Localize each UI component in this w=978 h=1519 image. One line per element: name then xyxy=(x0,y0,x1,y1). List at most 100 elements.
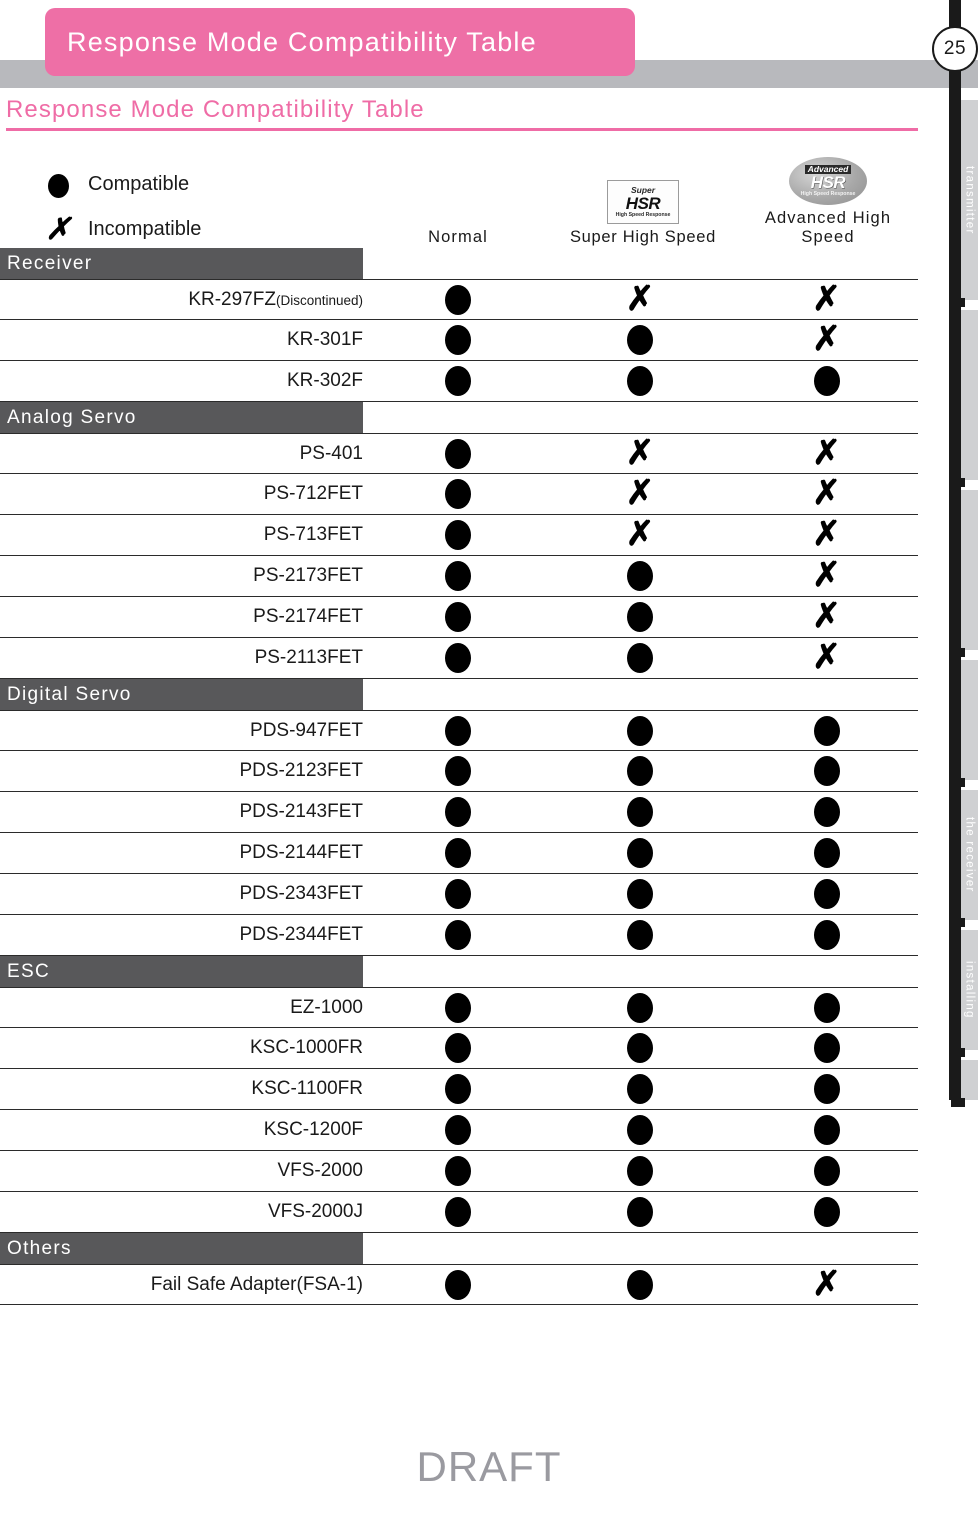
filled-circle-icon xyxy=(444,438,471,469)
filled-circle-icon xyxy=(627,756,653,786)
compatibility-cell-super xyxy=(545,833,735,874)
compatibility-table: Receiver KR-297FZ(Discontinued) ✗ ✗ KR-301F ✗… xyxy=(0,248,918,1305)
compatibility-cell-normal xyxy=(370,833,545,874)
compatibility-cell-normal xyxy=(370,874,545,915)
product-name-cell: KSC-1100FR xyxy=(0,1078,370,1100)
filled-circle-icon xyxy=(627,992,653,1023)
compatibility-cell-normal xyxy=(370,915,545,956)
sidebar-tab-blank-2[interactable] xyxy=(961,490,978,650)
compatibility-cell-normal xyxy=(370,279,545,320)
compatibility-cell-normal xyxy=(370,638,545,679)
filled-circle-icon xyxy=(813,1033,840,1063)
sidebar-tab-notch xyxy=(951,1098,965,1107)
filled-circle-icon xyxy=(813,715,840,746)
product-name-cell: Fail Safe Adapter(FSA-1) xyxy=(0,1274,370,1296)
table-row: KR-297FZ(Discontinued) ✗ ✗ xyxy=(0,279,918,320)
filled-circle-icon xyxy=(627,366,653,396)
header-title-tab: Response Mode Compatibility Table xyxy=(45,8,635,76)
section-header-bar-receiver: Receiver xyxy=(0,248,363,279)
product-name-cell: KR-297FZ(Discontinued) xyxy=(0,289,370,311)
compatibility-cell-super: ✗ xyxy=(545,515,735,556)
compatibility-cell-advanced xyxy=(735,361,918,402)
legend-item-incompatible: ✗ Incompatible xyxy=(38,207,368,252)
sidebar-tab-notch xyxy=(951,778,965,787)
title-underline-rule xyxy=(6,128,918,131)
advanced-hsr-logo-mid: HSR xyxy=(810,172,846,192)
filled-circle-icon xyxy=(813,1156,840,1186)
compatibility-cell-super xyxy=(545,1069,735,1110)
section-header-filler xyxy=(363,956,918,987)
table-row: Fail Safe Adapter(FSA-1) ✗ xyxy=(0,1264,918,1305)
compatibility-cell-normal xyxy=(370,515,545,556)
table-row: PDS-947FET xyxy=(0,710,918,751)
table-row: KSC-1000FR xyxy=(0,1028,918,1069)
table-row: PS-2113FET ✗ xyxy=(0,638,918,679)
page-marker-rail xyxy=(949,0,961,1100)
filled-circle-icon xyxy=(627,1074,653,1104)
sidebar-tab-the-receiver[interactable]: the receiver xyxy=(961,790,978,920)
product-name: PDS-2144FET xyxy=(239,842,363,863)
product-name: PS-713FET xyxy=(263,524,363,545)
product-name-cell: PS-2173FET xyxy=(0,565,370,587)
compatibility-cell-advanced xyxy=(735,874,918,915)
cross-mark-icon: ✗ xyxy=(812,474,841,513)
compatibility-cell-advanced: ✗ xyxy=(735,515,918,556)
filled-circle-icon xyxy=(444,643,471,673)
compatibility-cell-super xyxy=(545,915,735,956)
compatibility-cell-advanced xyxy=(735,751,918,792)
table-row: KSC-1100FR xyxy=(0,1069,918,1110)
filled-circle-icon xyxy=(444,879,471,909)
compatibility-cell-normal xyxy=(370,1192,545,1233)
sidebar-tab-installing[interactable]: installing xyxy=(961,930,978,1050)
table-row: PDS-2343FET xyxy=(0,874,918,915)
product-name-cell: VFS-2000 xyxy=(0,1160,370,1182)
product-name-cell: PDS-2343FET xyxy=(0,883,370,905)
table-row: EZ-1000 xyxy=(0,987,918,1028)
sidebar-tab-blank-3[interactable] xyxy=(961,660,978,780)
filled-circle-icon xyxy=(444,1074,471,1104)
filled-circle-icon xyxy=(627,797,653,827)
sidebar-tab-notch xyxy=(951,918,965,927)
product-name: KSC-1200F xyxy=(263,1119,363,1140)
filled-circle-icon xyxy=(444,1033,471,1063)
compatibility-cell-super xyxy=(545,320,735,361)
compatibility-cell-super xyxy=(545,1264,735,1305)
filled-circle-icon xyxy=(813,920,840,950)
section-tab-sidebar: transmitter the receiver installing xyxy=(951,0,978,1107)
product-name: VFS-2000 xyxy=(277,1160,363,1181)
filled-circle-icon xyxy=(627,643,653,673)
compatibility-cell-super xyxy=(545,597,735,638)
mode-column-advanced-high-speed: Advanced HSR High Speed Response Advance… xyxy=(738,155,918,247)
compatibility-cell-advanced: ✗ xyxy=(735,1264,918,1305)
product-name-cell: KR-301F xyxy=(0,329,370,351)
product-name-cell: EZ-1000 xyxy=(0,997,370,1019)
compatibility-cell-advanced xyxy=(735,833,918,874)
filled-circle-icon xyxy=(627,1115,653,1145)
compatibility-cell-normal xyxy=(370,1264,545,1305)
compatibility-cell-normal xyxy=(370,320,545,361)
filled-circle-icon xyxy=(444,797,471,827)
advanced-hsr-logo-icon: Advanced HSR High Speed Response xyxy=(789,157,867,206)
sidebar-tab-transmitter[interactable]: transmitter xyxy=(961,100,978,300)
compatibility-cell-advanced: ✗ xyxy=(735,433,918,474)
product-name: PDS-2343FET xyxy=(239,883,363,904)
sidebar-tab-blank-1[interactable] xyxy=(961,310,978,480)
cross-mark-icon: ✗ xyxy=(812,320,841,359)
filled-circle-icon xyxy=(813,992,840,1023)
product-name: KSC-1000FR xyxy=(250,1037,363,1058)
section-header-filler xyxy=(363,1233,918,1264)
compatibility-cell-advanced xyxy=(735,1028,918,1069)
compatibility-cell-advanced xyxy=(735,1069,918,1110)
sidebar-tab-label: installing xyxy=(963,961,976,1019)
compatibility-cell-advanced xyxy=(735,1192,918,1233)
mode-column-headers: Normal Super HSR High Speed Response Sup… xyxy=(368,155,918,247)
table-row: VFS-2000J xyxy=(0,1192,918,1233)
mode-label-super-high-speed: Super High Speed xyxy=(569,228,717,247)
sidebar-tab-blank-6[interactable] xyxy=(961,1060,978,1100)
compatibility-cell-normal xyxy=(370,1110,545,1151)
mode-column-normal: Normal xyxy=(368,155,548,247)
sidebar-tab-notch xyxy=(951,298,965,307)
filled-circle-icon xyxy=(38,171,78,199)
compatibility-cell-super: ✗ xyxy=(545,474,735,515)
filled-circle-icon xyxy=(813,366,840,396)
